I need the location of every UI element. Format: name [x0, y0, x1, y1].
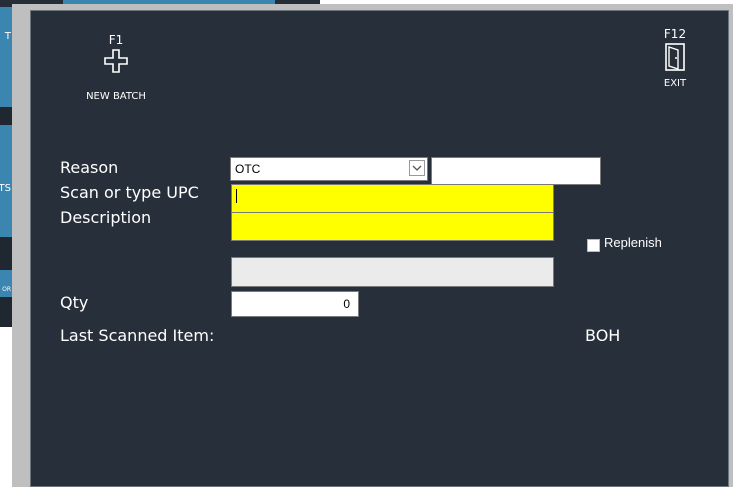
exit-button[interactable]: F12 EXIT: [653, 27, 697, 89]
background-tile: OR: [0, 270, 12, 297]
chevron-down-icon[interactable]: [409, 160, 425, 176]
secondary-info-field: [231, 257, 554, 287]
replenish-label: Replenish: [604, 235, 662, 250]
batch-dialog-panel: F1 NEW BATCH F12 EXIT Reason OTC Scan or…: [30, 10, 729, 487]
background-tile: TS: [0, 125, 12, 237]
qty-label: Qty: [60, 293, 89, 312]
background-tile: T: [0, 7, 12, 107]
description-input[interactable]: [231, 212, 554, 241]
last-scanned-label: Last Scanned Item:: [60, 326, 215, 345]
f12-key-label: F12: [663, 27, 687, 41]
door-icon: [665, 43, 685, 71]
description-label: Description: [60, 208, 152, 227]
new-batch-label: NEW BATCH: [86, 91, 146, 102]
upc-input[interactable]: [231, 184, 554, 213]
reason-select[interactable]: OTC: [230, 157, 428, 181]
reason-label: Reason: [60, 158, 119, 177]
new-batch-button[interactable]: F1 NEW BATCH: [71, 33, 161, 102]
reason-selected-value: OTC: [235, 162, 261, 176]
f1-key-label: F1: [108, 33, 124, 47]
text-caret: [236, 189, 237, 203]
background-blank: [0, 327, 12, 487]
boh-label: BOH: [585, 326, 621, 345]
reason-extra-input[interactable]: [431, 157, 601, 185]
upc-label: Scan or type UPC: [60, 183, 199, 202]
replenish-checkbox[interactable]: [587, 239, 600, 252]
batch-dialog: F1 NEW BATCH F12 EXIT Reason OTC Scan or…: [12, 4, 733, 487]
qty-input[interactable]: 0: [231, 291, 359, 317]
plus-icon: [104, 49, 128, 73]
exit-label: EXIT: [663, 78, 687, 89]
